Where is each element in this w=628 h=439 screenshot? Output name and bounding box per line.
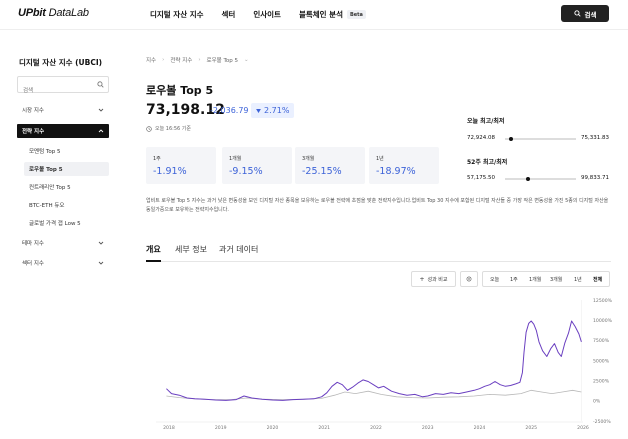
week52-range-bar: [505, 176, 576, 181]
nav-blockchain-analysis[interactable]: 블록체인 분석 Beta: [299, 9, 366, 20]
index-description: 업비트 로우볼 Top 5 지수는 과거 낮은 변동성을 보인 디지털 자산 종…: [146, 198, 609, 213]
today-range-bar: [505, 136, 576, 141]
y-tick-label: 7500%: [593, 338, 610, 344]
beta-badge: Beta: [346, 10, 366, 19]
breadcrumb: 지수 › 전략 지수 › 로우볼 Top 5 ⌄: [146, 56, 255, 64]
today-high: 75,331.83: [581, 135, 609, 141]
main-nav: 디지털 자산 지수 섹터 인사이트 블록체인 분석 Beta: [150, 9, 384, 20]
y-tick-label: 2500%: [593, 378, 610, 384]
period-today[interactable]: 오늘: [490, 272, 499, 286]
y-tick-label: 10000%: [593, 318, 613, 324]
sidebar-item-market-index[interactable]: 시장 지수: [17, 103, 109, 117]
top-header: UPbit DataLab 디지털 자산 지수 섹터 인사이트 블록체인 분석 B…: [0, 0, 628, 30]
period-1y[interactable]: 1년: [574, 272, 582, 286]
period-all[interactable]: 전체: [593, 272, 602, 286]
x-tick-label: 2018: [163, 425, 175, 431]
x-tick-label: 2024: [474, 425, 486, 431]
search-icon: [573, 10, 581, 17]
stat-card-1y: 1년 -18.97%: [369, 147, 439, 184]
today-low: 72,924.08: [467, 135, 495, 141]
nav-sector[interactable]: 섹터: [222, 9, 236, 20]
tab-history[interactable]: 과거 데이터: [219, 244, 258, 255]
x-tick-label: 2026: [577, 425, 589, 431]
stat-card-3m: 3개월 -25.15%: [295, 147, 365, 184]
sidebar-search: [17, 76, 109, 99]
chevron-right-icon: ›: [162, 57, 165, 63]
index-change-pct-badge: 2.71%: [251, 103, 295, 118]
x-tick-label: 2022: [370, 425, 382, 431]
nav-insight[interactable]: 인사이트: [253, 9, 281, 20]
chevron-down-icon: [98, 241, 104, 245]
page-title: 로우볼 Top 5: [146, 84, 214, 97]
series-line-benchmark: [166, 389, 582, 400]
chevron-down-icon: [98, 261, 104, 265]
content-tabs: 개요 세부 정보 과거 데이터: [146, 244, 611, 262]
chevron-down-icon: [98, 108, 104, 112]
chevron-up-icon: [98, 129, 104, 133]
week52-high: 99,833.71: [581, 175, 609, 181]
sidebar-subitem-global-price-gap[interactable]: 글로벌 가격 갭 Low 5: [24, 216, 109, 230]
tab-overview[interactable]: 개요: [146, 244, 161, 255]
week52-range-marker: [526, 176, 531, 181]
clock-icon: [146, 125, 152, 132]
y-tick-label: 12500%: [593, 298, 613, 304]
y-tick-label: -2500%: [593, 419, 611, 425]
index-change: -2,036.79: [210, 106, 249, 115]
stat-card-1w: 1주 -1.91%: [146, 147, 216, 184]
x-tick-label: 2021: [318, 425, 330, 431]
target-icon: [466, 276, 472, 282]
sidebar-search-input[interactable]: [18, 83, 90, 99]
breadcrumb-item[interactable]: 로우볼 Top 5: [207, 56, 238, 64]
sidebar-item-sector-index[interactable]: 섹터 지수: [17, 256, 109, 270]
y-tick-label: 0%: [593, 399, 601, 405]
period-1w[interactable]: 1주: [510, 272, 518, 286]
chevron-down-icon[interactable]: ⌄: [244, 57, 249, 63]
x-tick-label: 2019: [215, 425, 227, 431]
chevron-right-icon: ›: [198, 57, 201, 63]
sidebar-subitem-contrarian[interactable]: 컨트래리안 Top 5: [24, 180, 109, 194]
search-icon[interactable]: [97, 81, 104, 88]
today-range-title: 오늘 최고/최저: [467, 118, 505, 125]
upbit-datalab-logo[interactable]: UPbit DataLab: [18, 7, 89, 19]
period-3m[interactable]: 3개월: [550, 272, 562, 286]
today-range-marker: [509, 136, 514, 141]
plus-icon: +: [419, 275, 425, 283]
update-time: 오늘 16:56 기준: [146, 125, 191, 132]
breadcrumb-item[interactable]: 지수: [146, 56, 156, 64]
search-button[interactable]: 검색: [561, 5, 609, 22]
week52-low: 57,175.50: [467, 175, 495, 181]
sidebar-item-strategy-index[interactable]: 전략 지수: [17, 124, 109, 138]
stat-card-1m: 1개월 -9.15%: [222, 147, 292, 184]
period-1m[interactable]: 1개월: [529, 272, 541, 286]
tab-details[interactable]: 세부 정보: [175, 244, 207, 255]
breadcrumb-item[interactable]: 전략 지수: [170, 56, 192, 64]
sidebar-subitem-momentum[interactable]: 모멘텀 Top 5: [24, 144, 109, 158]
chart-settings-button[interactable]: [460, 271, 478, 287]
compare-button[interactable]: + 성과 비교: [411, 271, 456, 287]
search-button-label: 검색: [584, 10, 597, 19]
sidebar-subitem-lowvol[interactable]: 로우볼 Top 5: [24, 162, 109, 176]
x-tick-label: 2023: [422, 425, 434, 431]
sidebar-title: 디지털 자산 지수 (UBCI): [19, 58, 103, 67]
triangle-down-icon: [256, 108, 261, 113]
series-line-index: [166, 320, 582, 401]
nav-digital-asset-index[interactable]: 디지털 자산 지수: [150, 9, 204, 20]
sidebar-subitem-btc-eth-duo[interactable]: BTC-ETH 듀오: [24, 198, 109, 212]
sidebar-item-theme-index[interactable]: 테마 지수: [17, 236, 109, 250]
y-tick-label: 5000%: [593, 358, 610, 364]
week52-range-title: 52주 최고/최저: [467, 159, 508, 166]
x-tick-label: 2025: [525, 425, 537, 431]
period-selector: 오늘 1주 1개월 3개월 1년 전체: [482, 271, 610, 287]
index-chart[interactable]: 12500% 10000% 7500% 5000% 2500% 0% -2500% 2018 2…: [146, 293, 628, 439]
x-tick-label: 2020: [267, 425, 279, 431]
active-tab-indicator: [146, 260, 161, 262]
index-chart-svg: 12500% 10000% 7500% 5000% 2500% 0% -2500% 2018 2…: [156, 298, 613, 431]
